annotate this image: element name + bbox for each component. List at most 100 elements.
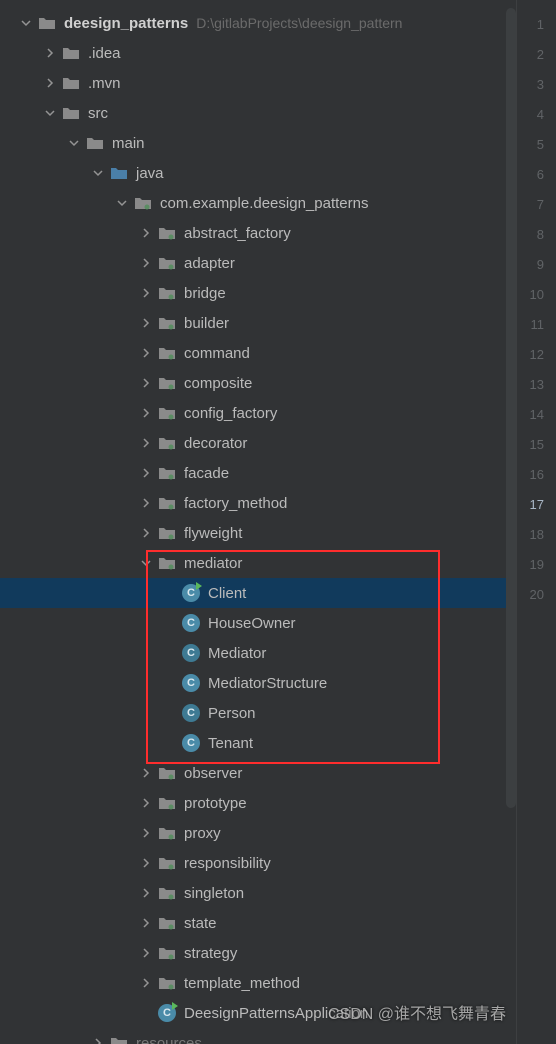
tree-item-label: responsibility [184, 855, 271, 872]
chevron-right-icon[interactable] [138, 825, 154, 841]
tree-row[interactable]: decorator [0, 428, 516, 458]
package-icon [158, 374, 176, 392]
tree-row[interactable]: resources [0, 1028, 516, 1044]
chevron-right-icon[interactable] [138, 525, 154, 541]
tree-row[interactable]: src [0, 98, 516, 128]
class-icon: C [182, 614, 200, 632]
chevron-right-icon[interactable] [138, 405, 154, 421]
tree-row[interactable]: facade [0, 458, 516, 488]
line-number: 1 [517, 10, 544, 40]
chevron-right-icon[interactable] [138, 495, 154, 511]
class-icon: C [182, 734, 200, 752]
tree-row[interactable]: mediator [0, 548, 516, 578]
chevron-right-icon[interactable] [138, 345, 154, 361]
tree-row[interactable]: proxy [0, 818, 516, 848]
tree-row[interactable]: C MediatorStructure [0, 668, 516, 698]
tree-row[interactable]: command [0, 338, 516, 368]
package-icon [158, 284, 176, 302]
tree-row[interactable]: observer [0, 758, 516, 788]
line-number: 12 [517, 340, 544, 370]
tree-row[interactable]: C HouseOwner [0, 608, 516, 638]
chevron-right-icon[interactable] [138, 375, 154, 391]
tree-row[interactable]: CTenant [0, 728, 516, 758]
chevron-right-icon[interactable] [42, 45, 58, 61]
tree-row[interactable]: main [0, 128, 516, 158]
chevron-down-icon[interactable] [42, 105, 58, 121]
tree-item-label: template_method [184, 975, 300, 992]
tree-item-label: facade [184, 465, 229, 482]
chevron-none-icon [162, 645, 178, 661]
tree-row[interactable]: CPerson [0, 698, 516, 728]
tree-row[interactable]: builder [0, 308, 516, 338]
tree-row[interactable]: factory_method [0, 488, 516, 518]
package-icon [158, 884, 176, 902]
line-number: 15 [517, 430, 544, 460]
tree-item-label: flyweight [184, 525, 242, 542]
line-number: 11 [517, 310, 544, 340]
chevron-right-icon[interactable] [138, 285, 154, 301]
tree-row[interactable]: template_method [0, 968, 516, 998]
tree-row[interactable]: strategy [0, 938, 516, 968]
tree-row[interactable]: .idea [0, 38, 516, 68]
chevron-right-icon[interactable] [138, 225, 154, 241]
abstract-class-icon: C [182, 644, 200, 662]
chevron-right-icon[interactable] [138, 855, 154, 871]
scrollbar[interactable] [506, 8, 516, 808]
chevron-down-icon[interactable] [90, 165, 106, 181]
package-icon [158, 254, 176, 272]
line-number: 19 [517, 550, 544, 580]
project-tree[interactable]: deesign_patternsD:\gitlabProjects\deesig… [0, 0, 516, 1044]
tree-row[interactable]: flyweight [0, 518, 516, 548]
tree-row[interactable]: abstract_factory [0, 218, 516, 248]
tree-row[interactable]: state [0, 908, 516, 938]
tree-row[interactable]: responsibility [0, 848, 516, 878]
line-number: 5 [517, 130, 544, 160]
chevron-down-icon[interactable] [138, 555, 154, 571]
package-icon [158, 794, 176, 812]
line-number: 13 [517, 370, 544, 400]
chevron-down-icon[interactable] [18, 15, 34, 31]
chevron-down-icon[interactable] [114, 195, 130, 211]
chevron-right-icon[interactable] [138, 915, 154, 931]
chevron-right-icon[interactable] [90, 1035, 106, 1044]
chevron-right-icon[interactable] [138, 435, 154, 451]
tree-row[interactable]: com.example.deesign_patterns [0, 188, 516, 218]
tree-row[interactable]: config_factory [0, 398, 516, 428]
tree-row[interactable]: adapter [0, 248, 516, 278]
class-icon: C [182, 674, 200, 692]
chevron-right-icon[interactable] [138, 315, 154, 331]
tree-item-label: strategy [184, 945, 237, 962]
tree-row[interactable]: java [0, 158, 516, 188]
folder-icon [62, 104, 80, 122]
runnable-class-icon: C [158, 1004, 176, 1022]
tree-row[interactable]: CMediator [0, 638, 516, 668]
tree-row[interactable]: prototype [0, 788, 516, 818]
chevron-none-icon [162, 705, 178, 721]
tree-item-label: config_factory [184, 405, 277, 422]
line-number: 8 [517, 220, 544, 250]
chevron-right-icon[interactable] [138, 975, 154, 991]
package-icon [158, 944, 176, 962]
tree-item-label: HouseOwner [208, 615, 296, 632]
chevron-right-icon[interactable] [138, 885, 154, 901]
tree-row[interactable]: deesign_patternsD:\gitlabProjects\deesig… [0, 8, 516, 38]
chevron-right-icon[interactable] [138, 765, 154, 781]
chevron-down-icon[interactable] [66, 135, 82, 151]
tree-item-label: adapter [184, 255, 235, 272]
tree-row[interactable]: bridge [0, 278, 516, 308]
tree-row[interactable]: singleton [0, 878, 516, 908]
chevron-right-icon[interactable] [138, 465, 154, 481]
line-number: 20 [517, 580, 544, 610]
line-number: 4 [517, 100, 544, 130]
chevron-right-icon[interactable] [138, 255, 154, 271]
tree-item-label: MediatorStructure [208, 675, 327, 692]
tree-row[interactable]: CClient [0, 578, 516, 608]
tree-item-label: Person [208, 705, 256, 722]
chevron-right-icon[interactable] [138, 795, 154, 811]
tree-row[interactable]: .mvn [0, 68, 516, 98]
chevron-right-icon[interactable] [42, 75, 58, 91]
line-number: 14 [517, 400, 544, 430]
chevron-right-icon[interactable] [138, 945, 154, 961]
tree-row[interactable]: composite [0, 368, 516, 398]
tree-item-label: factory_method [184, 495, 287, 512]
